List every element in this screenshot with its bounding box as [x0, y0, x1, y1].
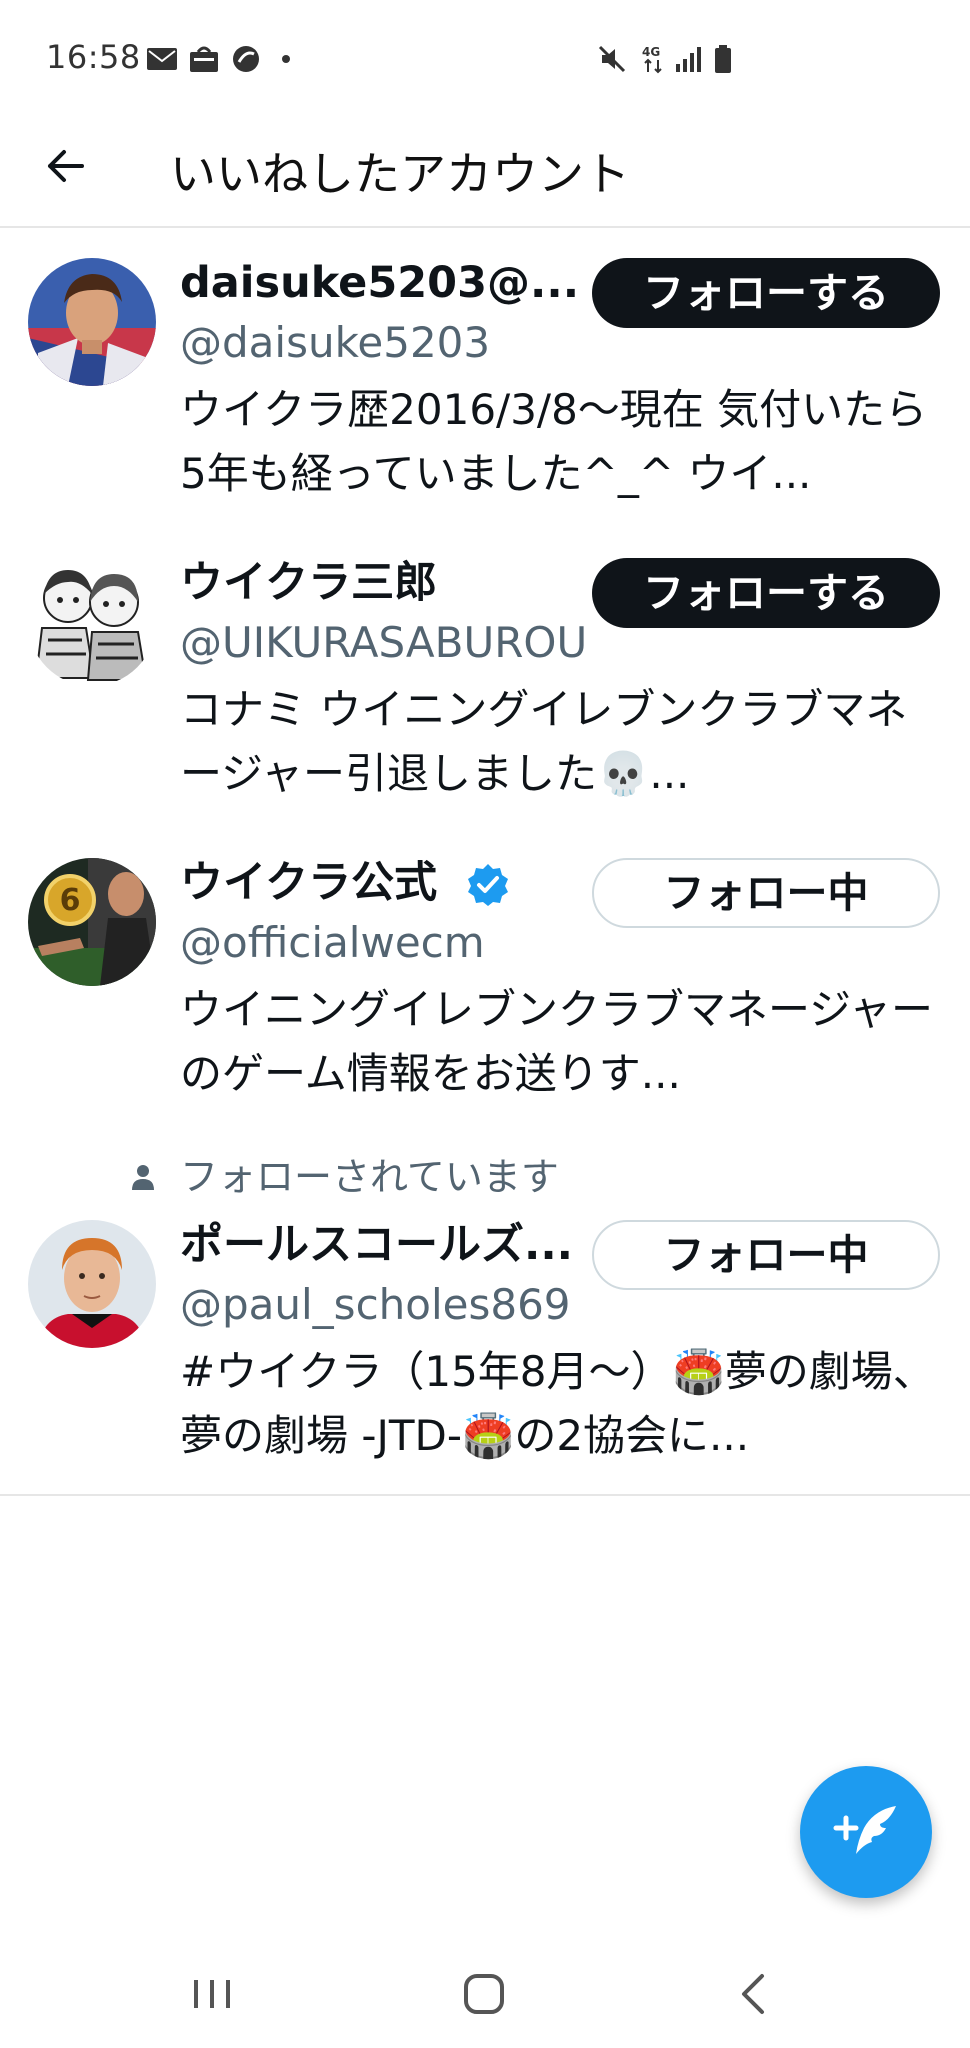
avatar[interactable] [28, 258, 156, 386]
user-handle: @daisuke5203 [180, 318, 491, 367]
user-bio: ウイクラ歴2016/3/8〜現在 気付いたら5年も経っていました^_^ ウイ..… [180, 385, 928, 498]
arrow-left-icon[interactable] [42, 142, 90, 190]
user-bio: ウイニングイレブンクラブマネージャーのゲーム情報をお送りす... [180, 985, 934, 1098]
list-item[interactable]: daisuke5203@... フォローする @daisuke5203 ウイクラ… [0, 228, 970, 528]
follow-button[interactable]: フォローする [592, 558, 940, 628]
list-item[interactable]: フォローされています ポールスコールズ... フォロー中 @paul_schol… [0, 1148, 970, 1494]
verified-badge-icon [468, 864, 508, 906]
following-button[interactable]: フォロー中 [592, 858, 940, 928]
user-bio: コナミ ウイニングイレブンクラブマネージャー引退しました💀... [180, 685, 908, 798]
user-name: daisuke5203@... [180, 258, 580, 308]
list-item[interactable]: ウイクラ三郎 フォローする @UIKURASABUROU コナミ ウイニングイレ… [0, 528, 970, 828]
list-item[interactable]: 6 ウイクラ公式 フォロー中 @officialwecm ウイニングイレブンクラ… [0, 828, 970, 1128]
svg-text:4G: 4G [642, 45, 660, 59]
svg-text:6: 6 [60, 883, 81, 918]
mute-icon [598, 45, 626, 73]
dot-icon [282, 55, 290, 63]
avatar[interactable] [28, 1220, 156, 1348]
recent-apps-icon[interactable] [182, 1964, 242, 2024]
status-bar: 16:58 4G [0, 0, 970, 120]
status-time: 16:58 [46, 38, 141, 76]
app-icon [233, 46, 259, 72]
battery-icon [715, 45, 731, 73]
system-nav-bar [0, 1930, 970, 2048]
back-icon[interactable] [724, 1964, 784, 2024]
home-icon[interactable] [454, 1964, 514, 2024]
mail-icon [147, 48, 177, 70]
compose-tweet-button[interactable] [800, 1766, 932, 1898]
signal-icon [676, 47, 701, 72]
network-4g-icon: 4G [642, 45, 662, 74]
bag-icon [190, 46, 218, 72]
user-bio: #ウイクラ（15年8月〜）🏟️夢の劇場、夢の劇場 -JTD-🏟️の2協会に... [180, 1347, 935, 1460]
following-button[interactable]: フォロー中 [592, 1220, 940, 1290]
compose-tweet-icon [833, 1806, 896, 1854]
follow-button[interactable]: フォローする [592, 258, 940, 328]
user-name: ウイクラ公式 [180, 858, 438, 908]
avatar[interactable] [28, 558, 156, 686]
list-divider [0, 1494, 970, 1496]
user-handle: @officialwecm [180, 918, 485, 967]
follows-you-label: フォローされています [180, 1155, 559, 1199]
page-title: いいねしたアカウント [170, 147, 630, 201]
user-name: ウイクラ三郎 [180, 558, 438, 608]
user-handle: @paul_scholes869 [180, 1280, 571, 1329]
user-handle: @UIKURASABUROU [180, 618, 588, 667]
avatar[interactable]: 6 [28, 858, 156, 986]
app-header: いいねしたアカウント [0, 120, 970, 228]
user-name: ポールスコールズ... [180, 1220, 574, 1270]
person-icon [132, 1165, 154, 1190]
